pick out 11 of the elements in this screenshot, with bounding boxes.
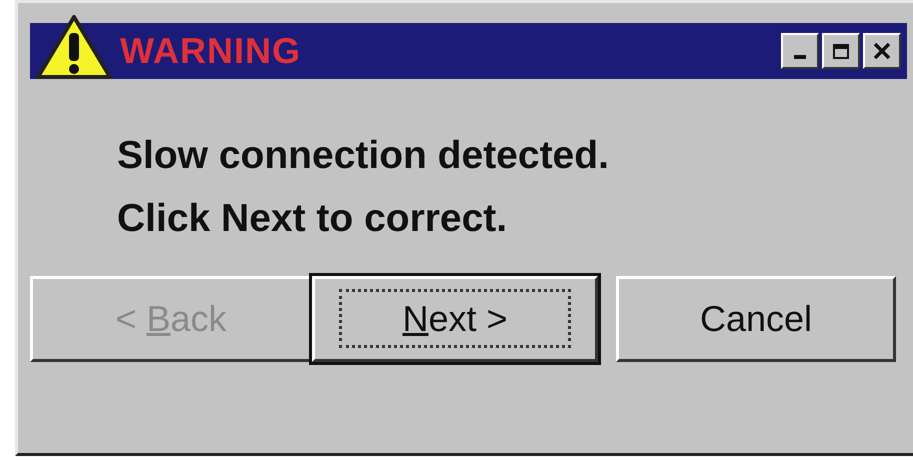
window-title: WARNING [120, 33, 301, 69]
close-button[interactable] [863, 33, 901, 69]
minimize-icon [794, 55, 806, 59]
message-text: Click Next to correct. [117, 196, 508, 242]
maximize-icon [833, 44, 849, 58]
maximize-button[interactable] [822, 33, 860, 69]
close-icon [874, 43, 890, 59]
dialog-button[interactable]: Cancel [616, 276, 896, 362]
dialog-button[interactable]: Next > [312, 276, 598, 362]
minimize-button[interactable] [781, 33, 819, 69]
message-text: Slow connection detected. [117, 133, 610, 179]
